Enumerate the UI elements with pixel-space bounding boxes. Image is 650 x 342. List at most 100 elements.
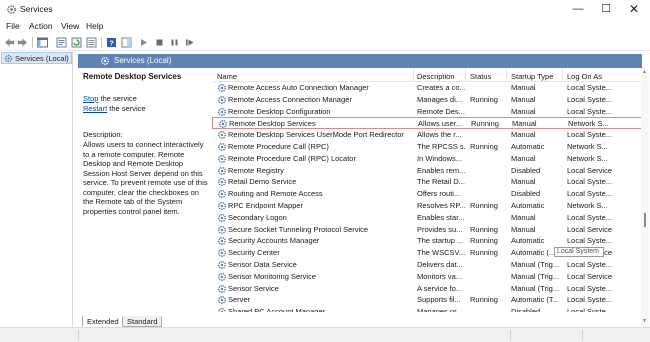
service-gear-icon <box>217 95 227 105</box>
tree-item-label: Services (Local) <box>15 54 69 63</box>
sort-ascending-icon: ^ <box>308 65 312 72</box>
service-name-cell: Remote Procedure Call (RPC) Locator <box>228 153 356 163</box>
service-row[interactable]: Remote Procedure Call (RPC) Locator In Wi… <box>212 153 643 165</box>
show-pane-icon[interactable] <box>121 37 132 48</box>
service-row[interactable]: Remote Access Auto Connection Manager Cre… <box>212 82 643 94</box>
column-header-log-on-as[interactable]: Log On As <box>567 72 602 81</box>
menu-action[interactable]: Action <box>29 21 53 31</box>
column-divider[interactable] <box>506 68 507 82</box>
pause-service-icon[interactable] <box>169 37 180 48</box>
service-name-cell: Remote Desktop Configuration <box>228 106 331 116</box>
close-button[interactable]: ✕ <box>620 1 648 17</box>
service-row[interactable]: Server Supports fil... Running Automatic (T… <box>212 294 643 306</box>
scroll-up-icon[interactable]: ▲ <box>642 69 647 75</box>
service-description-cell: In Windows... <box>417 153 463 163</box>
stop-service-icon[interactable] <box>154 37 165 48</box>
service-row-selected[interactable]: Remote Desktop Services Allows user... Run… <box>212 117 643 130</box>
service-name-cell: Server <box>228 295 251 305</box>
service-startup-type-cell: Manual <box>511 224 536 234</box>
service-name-cell: Remote Desktop Services <box>229 119 316 129</box>
service-gear-icon <box>217 177 227 187</box>
service-row[interactable]: Remote Registry Enables rem... Disabled Loc… <box>212 165 643 177</box>
service-startup-type-cell: Disabled <box>511 189 541 199</box>
service-row[interactable]: Sensor Monitoring Service Monitors va... M… <box>212 271 643 283</box>
service-row[interactable]: Sensor Service A service fo... Manual (Tri… <box>212 283 643 295</box>
column-header-status[interactable]: Status <box>470 72 491 81</box>
service-startup-type-cell: Manual <box>511 94 536 104</box>
scroll-down-icon[interactable]: ▼ <box>642 318 647 324</box>
service-row[interactable]: Security Accounts Manager The startup ...… <box>212 235 643 247</box>
tree-item-services-local[interactable]: Services (Local) <box>1 52 72 64</box>
service-name-cell: Remote Registry <box>228 165 284 175</box>
service-log-on-as-cell: Local Syste... <box>567 295 612 305</box>
service-status-cell: Running <box>470 142 498 151</box>
maximize-button[interactable]: ☐ <box>592 1 620 17</box>
service-row[interactable]: Sensor Data Service Delivers dat... Manual… <box>212 259 643 271</box>
menu-file[interactable]: File <box>6 21 20 31</box>
service-gear-icon <box>217 295 227 305</box>
service-description-cell: Offers routi... <box>417 189 461 199</box>
service-row[interactable]: Remote Procedure Call (RPC) The RPCSS s..… <box>212 141 643 153</box>
minimize-button[interactable]: — <box>564 1 592 17</box>
service-gear-icon <box>217 83 227 93</box>
service-name-cell: RPC Endpoint Mapper <box>228 201 304 210</box>
vertical-scrollbar[interactable]: ▲ ▼ <box>641 68 649 327</box>
service-row[interactable]: RPC Endpoint Mapper Resolves RP... Running… <box>212 200 643 212</box>
column-divider[interactable] <box>465 68 466 82</box>
restart-service-link[interactable]: Restart <box>83 104 107 113</box>
service-row[interactable]: Secondary Logon Enables star... Manual Loca… <box>212 212 643 224</box>
back-arrow-icon[interactable] <box>4 37 15 48</box>
stop-service-link[interactable]: Stop <box>83 94 98 103</box>
service-description-cell: The WSCSV... <box>417 248 465 258</box>
help-icon[interactable]: ? <box>106 37 117 48</box>
service-name-cell: Sensor Monitoring Service <box>228 271 316 281</box>
status-bar-divider <box>582 330 583 341</box>
service-status-cell: Running <box>470 224 498 234</box>
column-header-name[interactable]: Name <box>217 72 237 81</box>
service-description-cell: Enables rem... <box>417 165 465 175</box>
service-description-cell: Allows user... <box>418 119 463 129</box>
column-header-startup-type[interactable]: Startup Type <box>511 72 553 81</box>
service-log-on-as-cell: Network S... <box>567 153 608 163</box>
tab-standard[interactable]: Standard <box>122 316 163 327</box>
column-divider[interactable] <box>413 68 414 82</box>
service-log-on-as-cell: Local Syste... <box>567 130 612 140</box>
service-row[interactable]: Retail Demo Service The Retail D... Manual… <box>212 176 643 188</box>
service-description-cell: Allows the r... <box>417 130 462 140</box>
tab-extended[interactable]: Extended <box>82 316 124 327</box>
list-header: ^ Name Description Status Startup Type L… <box>212 65 643 82</box>
menu-bar: File Action View Help <box>0 19 650 34</box>
scroll-thumb[interactable] <box>644 213 646 227</box>
service-startup-type-cell: Disabled <box>511 165 541 175</box>
restart-service-icon[interactable] <box>184 37 195 48</box>
refresh-icon[interactable] <box>71 37 82 48</box>
service-gear-icon <box>217 248 227 258</box>
start-service-icon[interactable] <box>138 37 149 48</box>
service-log-on-as-cell: Local Syste... <box>567 106 612 116</box>
selected-service-name: Remote Desktop Services <box>83 72 182 81</box>
export-list-icon[interactable] <box>86 37 97 48</box>
service-log-on-as-cell: Local Service <box>567 271 612 281</box>
menu-help[interactable]: Help <box>86 21 103 31</box>
column-divider[interactable] <box>562 68 563 82</box>
menu-view[interactable]: View <box>61 21 79 31</box>
service-row[interactable]: Remote Desktop Configuration Remote Des..… <box>212 106 643 118</box>
forward-arrow-icon[interactable] <box>17 37 28 48</box>
console-tree-icon[interactable] <box>37 37 48 48</box>
status-bar <box>0 327 650 342</box>
service-description-cell: The RPCSS s... <box>417 142 465 151</box>
description-label: Description: <box>83 130 123 139</box>
service-description-cell: A service fo... <box>417 283 463 293</box>
service-row[interactable]: Remote Access Connection Manager Manages … <box>212 94 643 106</box>
column-header-description[interactable]: Description <box>417 72 455 81</box>
services-list: ^ Name Description Status Startup Type L… <box>212 65 643 312</box>
status-bar-divider <box>510 330 511 341</box>
service-row[interactable]: Secure Socket Tunneling Protocol Service… <box>212 224 643 236</box>
service-startup-type-cell: Automatic <box>511 201 545 210</box>
service-row[interactable]: Remote Desktop Services UserMode Port Re… <box>212 129 643 141</box>
service-startup-type-cell: Manual (Trig... <box>511 260 560 269</box>
properties-icon[interactable] <box>56 37 67 48</box>
service-startup-type-cell: Automatic <box>511 236 545 246</box>
service-row[interactable]: Routing and Remote Access Offers routi...… <box>212 188 643 200</box>
services-gear-icon <box>4 54 13 63</box>
